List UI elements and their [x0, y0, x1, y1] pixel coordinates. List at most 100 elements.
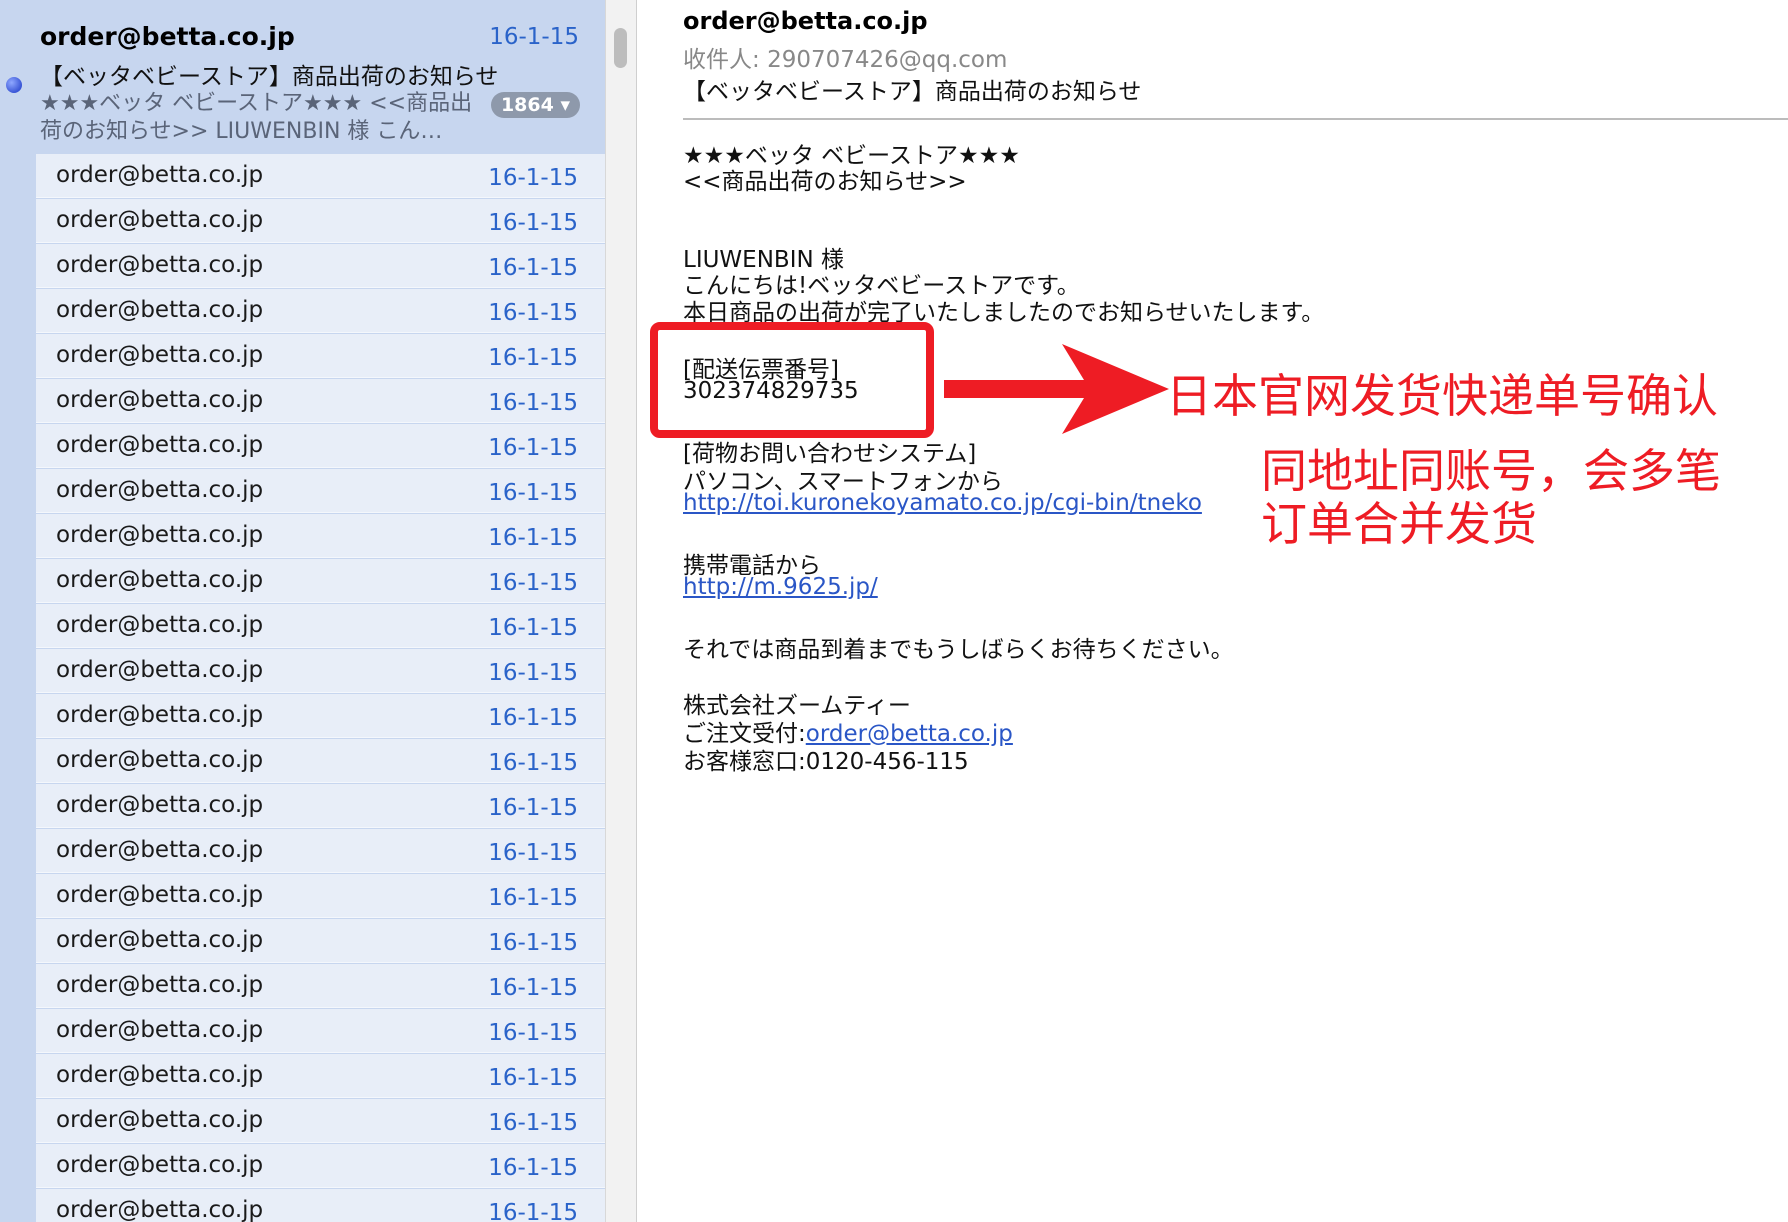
- row-sender: order@betta.co.jp: [56, 972, 264, 998]
- scroll-thumb[interactable]: [614, 28, 627, 68]
- recipient-address: 290707426@qq.com: [767, 47, 1008, 73]
- row-sender: order@betta.co.jp: [56, 1107, 264, 1133]
- row-sender: order@betta.co.jp: [56, 882, 264, 908]
- thread-count-badge[interactable]: 1864 ▾: [490, 92, 580, 118]
- message-row[interactable]: order@betta.co.jp 16-1-15: [36, 964, 605, 1008]
- row-date: 16-1-15: [488, 885, 578, 911]
- message-row[interactable]: order@betta.co.jp 16-1-15: [36, 604, 605, 648]
- message-row[interactable]: order@betta.co.jp 16-1-15: [36, 199, 605, 243]
- thread-count: 1864: [500, 94, 554, 116]
- row-date: 16-1-15: [488, 165, 578, 191]
- row-sender: order@betta.co.jp: [56, 207, 264, 233]
- row-date: 16-1-15: [488, 840, 578, 866]
- message-row[interactable]: order@betta.co.jp 16-1-15: [36, 424, 605, 468]
- message-row[interactable]: order@betta.co.jp 16-1-15: [36, 919, 605, 963]
- row-sender: order@betta.co.jp: [56, 927, 264, 953]
- row-sender: order@betta.co.jp: [56, 297, 264, 323]
- row-date: 16-1-15: [488, 300, 578, 326]
- row-sender: order@betta.co.jp: [56, 162, 264, 188]
- message-row[interactable]: order@betta.co.jp 16-1-15: [36, 379, 605, 423]
- thread-preview: ★★★ベッタ ベビーストア★★★ <<商品出荷のお知らせ>> LIUWENBIN…: [40, 91, 473, 144]
- message-row[interactable]: order@betta.co.jp 16-1-15: [36, 469, 605, 513]
- message-row[interactable]: order@betta.co.jp 16-1-15: [36, 154, 605, 198]
- message-row[interactable]: order@betta.co.jp 16-1-15: [36, 649, 605, 693]
- merge-note-line-1: 同地址同账号，会多笔: [1261, 444, 1721, 498]
- row-sender: order@betta.co.jp: [56, 477, 264, 503]
- pc-tracking-link[interactable]: http://toi.kuronekoyamato.co.jp/cgi-bin/…: [683, 490, 1202, 516]
- message-row[interactable]: order@betta.co.jp 16-1-15: [36, 1054, 605, 1098]
- support-phone: お客様窓口:0120-456-115: [683, 749, 969, 775]
- row-sender: order@betta.co.jp: [56, 837, 264, 863]
- row-sender: order@betta.co.jp: [56, 387, 264, 413]
- row-sender: order@betta.co.jp: [56, 612, 264, 638]
- message-recipient: 收件人: 290707426@qq.com: [683, 40, 1007, 74]
- row-date: 16-1-15: [488, 390, 578, 416]
- message-row[interactable]: order@betta.co.jp 16-1-15: [36, 334, 605, 378]
- notice-title: <<商品出荷のお知らせ>>: [683, 169, 967, 195]
- row-date: 16-1-15: [488, 615, 578, 641]
- reading-pane: order@betta.co.jp 收件人: 290707426@qq.com …: [636, 0, 1788, 1222]
- row-sender: order@betta.co.jp: [56, 657, 264, 683]
- list-scrollbar[interactable]: [605, 0, 637, 1222]
- closing-line: それでは商品到着までもうしばらくお待ちください。: [683, 637, 1234, 663]
- row-date: 16-1-15: [488, 795, 578, 821]
- row-date: 16-1-15: [488, 480, 578, 506]
- message-from: order@betta.co.jp: [683, 7, 928, 35]
- thread-sender: order@betta.co.jp: [40, 22, 295, 51]
- row-date: 16-1-15: [488, 975, 578, 1001]
- message-row[interactable]: order@betta.co.jp 16-1-15: [36, 1144, 605, 1188]
- row-sender: order@betta.co.jp: [56, 1017, 264, 1043]
- message-row[interactable]: order@betta.co.jp 16-1-15: [36, 1099, 605, 1143]
- message-row[interactable]: order@betta.co.jp 16-1-15: [36, 514, 605, 558]
- chevron-down-icon: ▾: [560, 94, 570, 116]
- row-date: 16-1-15: [488, 1065, 578, 1091]
- row-sender: order@betta.co.jp: [56, 1062, 264, 1088]
- row-sender: order@betta.co.jp: [56, 252, 264, 278]
- message-subject: 【ベッタベビーストア】商品出荷のお知らせ: [683, 79, 1142, 105]
- thread-message-rows: order@betta.co.jp 16-1-15 order@betta.co.j…: [36, 154, 605, 1222]
- message-row[interactable]: order@betta.co.jp 16-1-15: [36, 829, 605, 873]
- message-row[interactable]: order@betta.co.jp 16-1-15: [36, 289, 605, 333]
- message-list: order@betta.co.jp 16-1-15 【ベッタベビーストア】商品出…: [0, 0, 605, 1222]
- mobile-tracking-link[interactable]: http://m.9625.jp/: [683, 574, 878, 600]
- message-row[interactable]: order@betta.co.jp 16-1-15: [36, 1009, 605, 1053]
- row-date: 16-1-15: [488, 525, 578, 551]
- thread-date: 16-1-15: [489, 24, 579, 50]
- thread-subject: 【ベッタベビーストア】商品出荷のお知らせ: [40, 64, 499, 90]
- message-row[interactable]: order@betta.co.jp 16-1-15: [36, 739, 605, 783]
- row-date: 16-1-15: [488, 255, 578, 281]
- row-date: 16-1-15: [488, 1020, 578, 1046]
- red-arrow-icon: [944, 344, 1169, 434]
- row-sender: order@betta.co.jp: [56, 522, 264, 548]
- row-date: 16-1-15: [488, 930, 578, 956]
- message-row[interactable]: order@betta.co.jp 16-1-15: [36, 784, 605, 828]
- annotation-merge-note: 同地址同账号，会多笔 订单合并发货: [1261, 445, 1761, 551]
- merge-note-line-2: 订单合并发货: [1261, 497, 1537, 551]
- row-sender: order@betta.co.jp: [56, 1152, 264, 1178]
- message-row[interactable]: order@betta.co.jp 16-1-15: [36, 244, 605, 288]
- row-date: 16-1-15: [488, 435, 578, 461]
- row-sender: order@betta.co.jp: [56, 1197, 264, 1222]
- recipient-label: 收件人:: [683, 47, 760, 73]
- selected-thread[interactable]: order@betta.co.jp 16-1-15 【ベッタベビーストア】商品出…: [0, 0, 605, 150]
- message-row[interactable]: order@betta.co.jp 16-1-15: [36, 874, 605, 918]
- message-row[interactable]: order@betta.co.jp 16-1-15: [36, 1189, 605, 1222]
- row-date: 16-1-15: [488, 1200, 578, 1222]
- annotation-tracking-note: 日本官网发货快递单号确认: [1166, 369, 1718, 423]
- row-sender: order@betta.co.jp: [56, 432, 264, 458]
- row-date: 16-1-15: [488, 210, 578, 236]
- row-sender: order@betta.co.jp: [56, 567, 264, 593]
- message-row[interactable]: order@betta.co.jp 16-1-15: [36, 559, 605, 603]
- row-date: 16-1-15: [488, 345, 578, 371]
- row-date: 16-1-15: [488, 660, 578, 686]
- header-divider: [683, 118, 1788, 120]
- row-date: 16-1-15: [488, 705, 578, 731]
- row-date: 16-1-15: [488, 570, 578, 596]
- row-sender: order@betta.co.jp: [56, 342, 264, 368]
- row-sender: order@betta.co.jp: [56, 792, 264, 818]
- tracking-highlight-box: [650, 322, 934, 438]
- message-row[interactable]: order@betta.co.jp 16-1-15: [36, 694, 605, 738]
- row-date: 16-1-15: [488, 750, 578, 776]
- row-sender: order@betta.co.jp: [56, 702, 264, 728]
- unread-dot-icon: [6, 77, 22, 93]
